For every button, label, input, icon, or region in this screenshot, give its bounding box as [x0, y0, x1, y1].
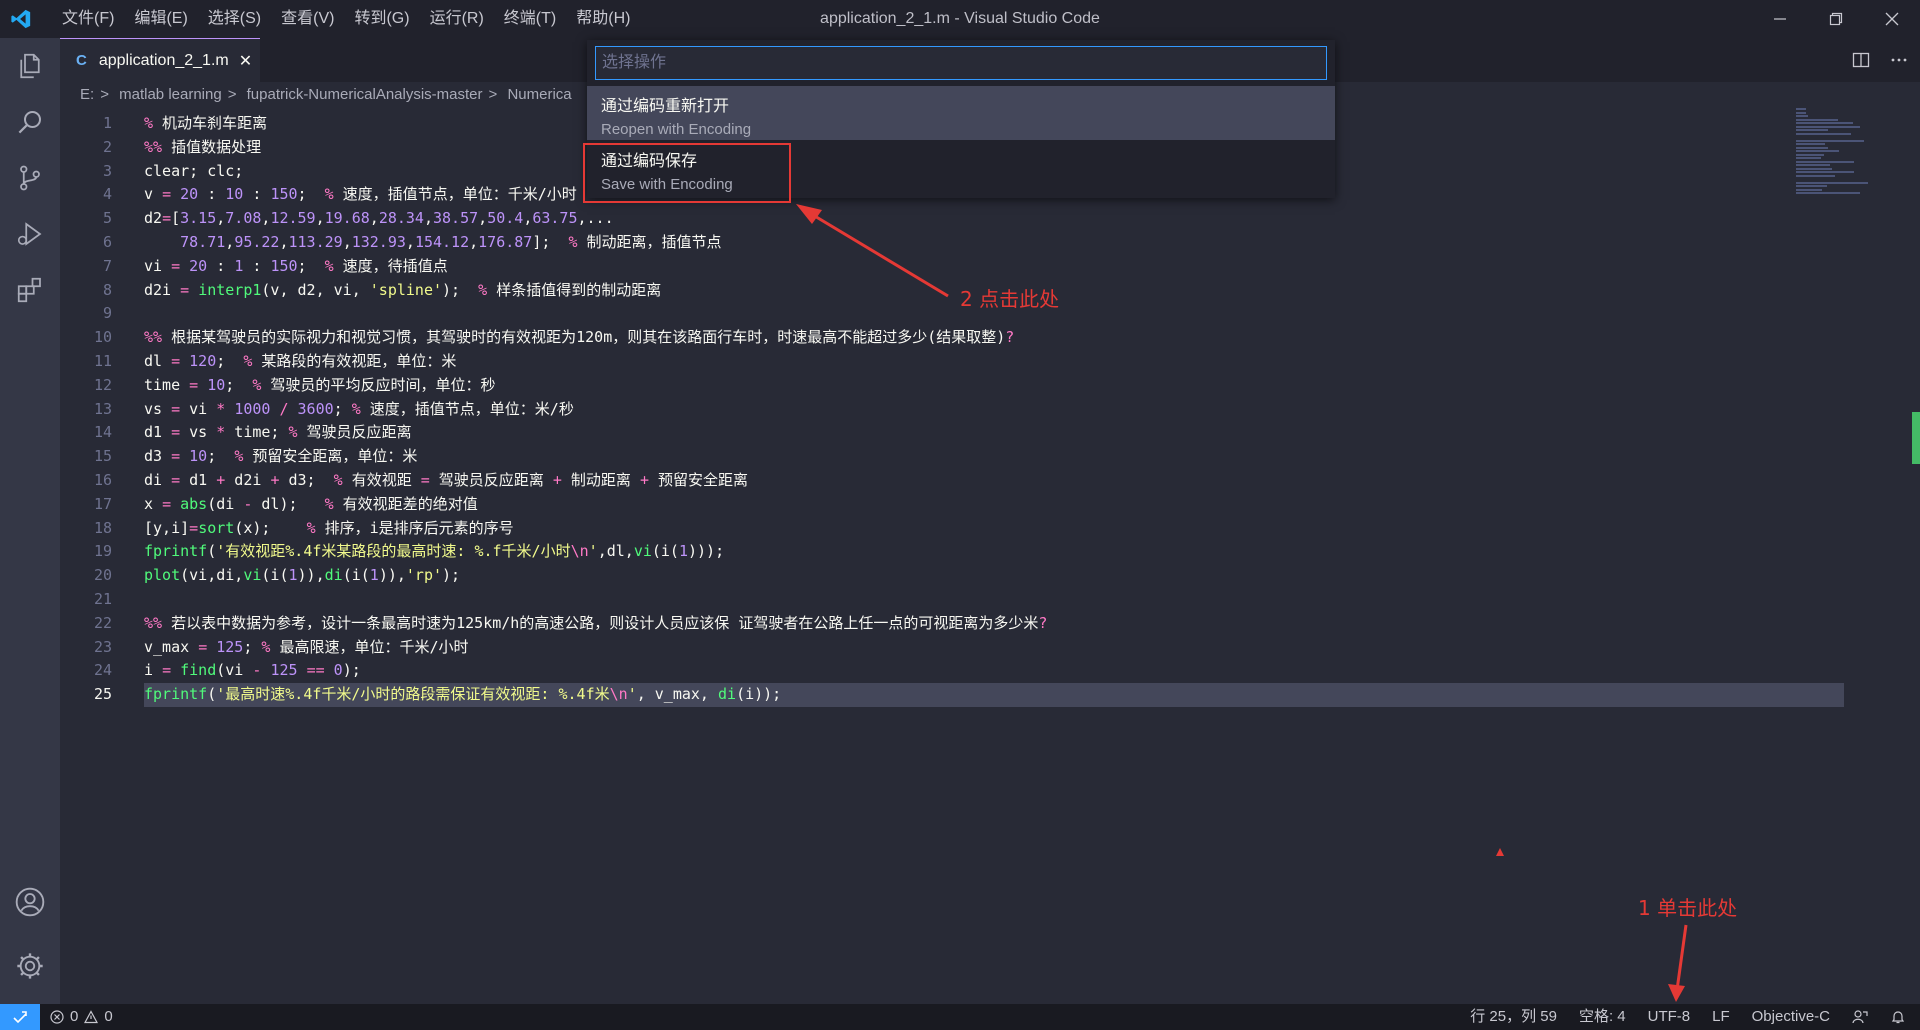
status-bar: 0 0 行 25，列 59 空格: 4 UTF-8 LF Objective-C	[0, 1004, 1920, 1030]
eol-selector[interactable]: LF	[1712, 1004, 1730, 1030]
error-icon	[50, 1010, 64, 1024]
language-mode[interactable]: Objective-C	[1752, 1004, 1830, 1030]
remote-button[interactable]	[0, 1004, 40, 1030]
annotation-arrows	[796, 204, 1688, 1002]
feedback-icon[interactable]	[1852, 1009, 1868, 1025]
arrow-to-encoding-icon	[1668, 924, 1688, 1002]
warning-count: 0	[104, 1008, 113, 1025]
remote-icon	[13, 1011, 27, 1024]
encoding-selector[interactable]: UTF-8	[1648, 1004, 1691, 1030]
arrow-to-save-icon	[796, 204, 949, 298]
small-marker-triangle	[1496, 848, 1504, 856]
error-count: 0	[70, 1008, 79, 1025]
indentation[interactable]: 空格: 4	[1579, 1004, 1626, 1030]
warning-icon	[84, 1010, 99, 1024]
bell-icon[interactable]	[1890, 1009, 1906, 1025]
annotation-step1-label: 1 单击此处	[1638, 896, 1738, 920]
cursor-position[interactable]: 行 25，列 59	[1470, 1004, 1557, 1030]
problems-indicator[interactable]: 0 0	[50, 1004, 113, 1030]
status-right-items: 行 25，列 59 空格: 4 UTF-8 LF Objective-C	[1470, 1004, 1906, 1030]
annotation-step2-label: 2 点击此处	[960, 287, 1060, 311]
